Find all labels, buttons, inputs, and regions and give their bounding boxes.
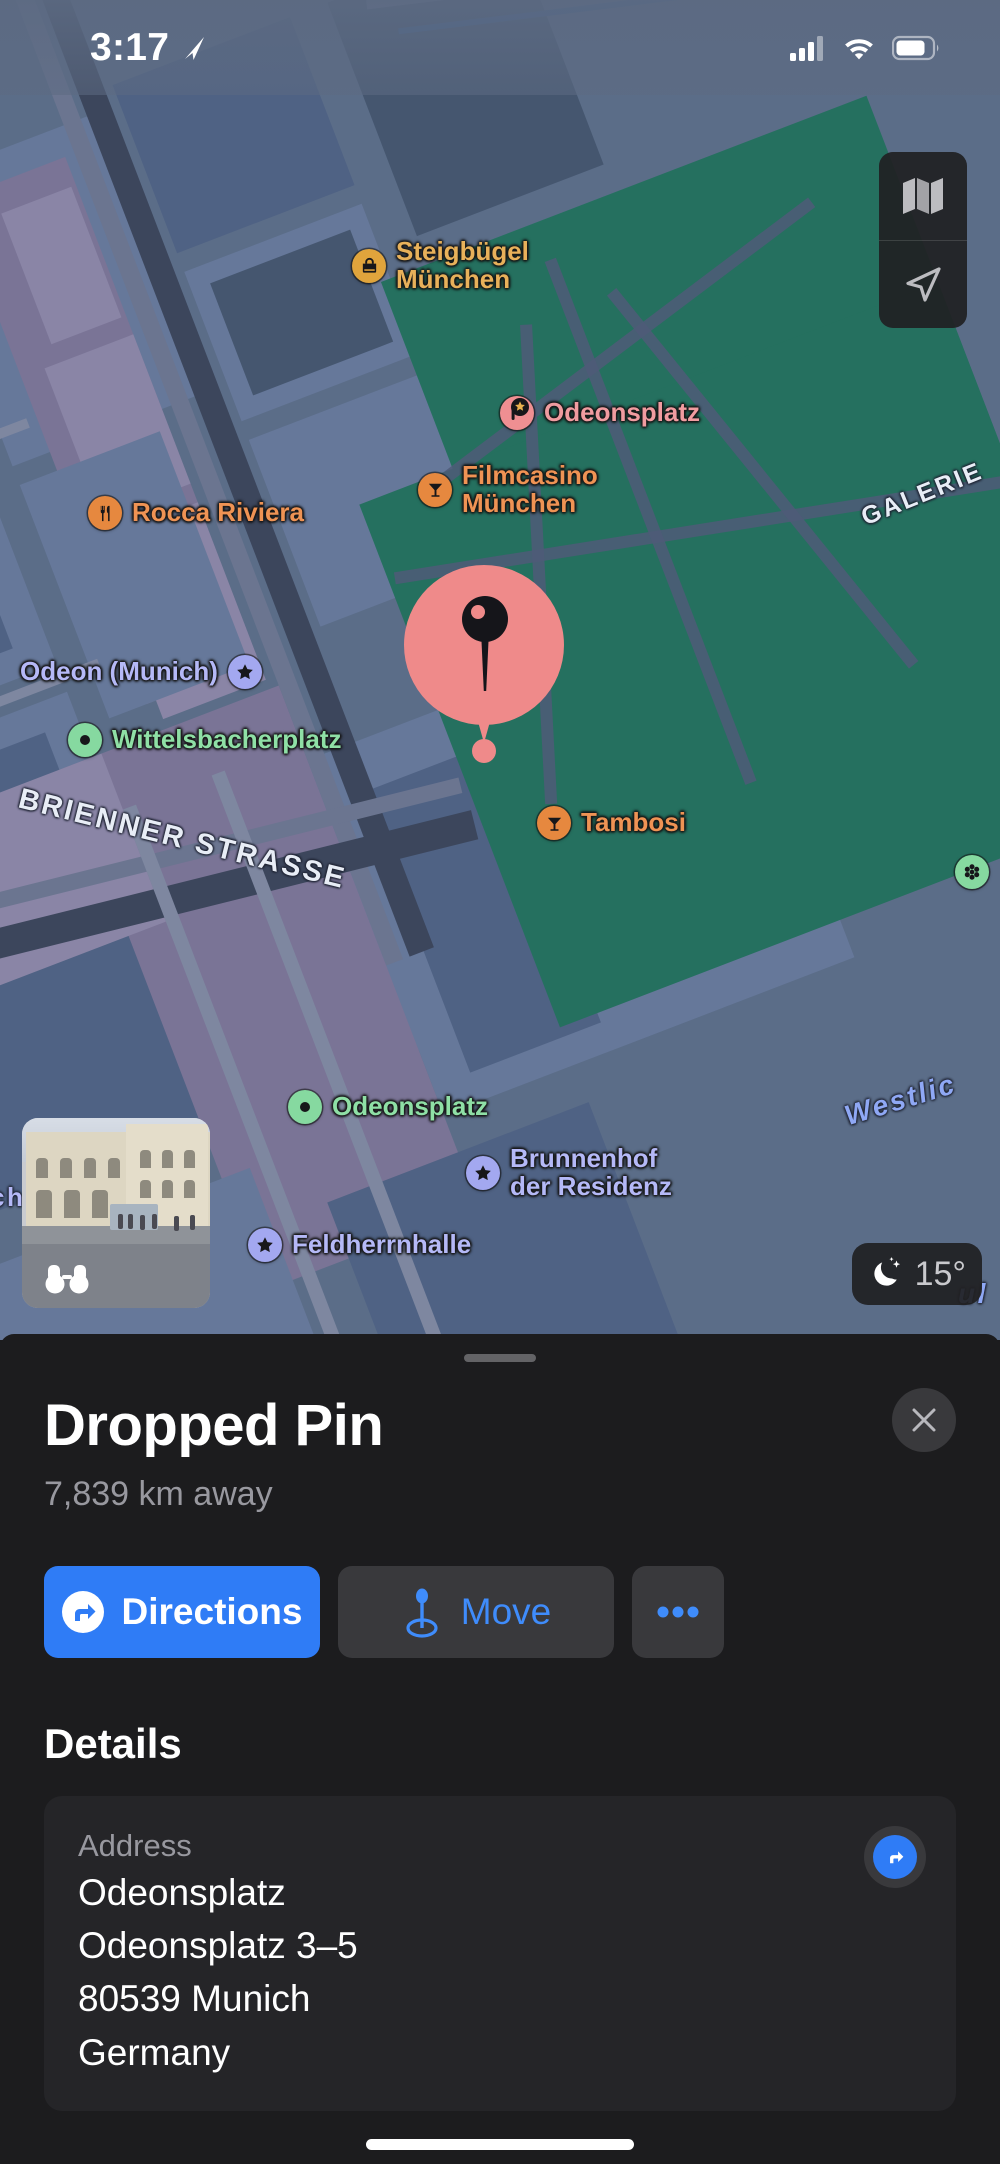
address-directions-button[interactable]	[864, 1826, 926, 1888]
star-icon	[248, 1228, 282, 1262]
poi-garden-icon-a[interactable]	[955, 855, 989, 889]
transit-station-icon	[68, 723, 102, 757]
flower-garden-icon	[955, 855, 989, 889]
close-icon	[912, 1408, 936, 1432]
move-button[interactable]: Move	[338, 1566, 614, 1658]
poi-tambosi[interactable]: Tambosi	[537, 806, 686, 840]
restaurant-icon	[88, 496, 122, 530]
move-pin-icon	[406, 1588, 438, 1638]
poi-label: Odeonsplatz	[544, 397, 701, 428]
locate-me-button[interactable]	[879, 240, 967, 328]
status-bar-clock: 3:17	[90, 25, 170, 69]
poi-label: Wittelsbacherplatz	[112, 724, 342, 755]
poi-steigbuegel[interactable]: Steigbügel München	[352, 236, 529, 294]
star-icon	[466, 1155, 500, 1190]
poi-wittelsbacherplatz[interactable]: Wittelsbacherplatz	[68, 723, 341, 757]
poi-label: Steigbügel München	[396, 236, 529, 294]
poi-rocca-riviera[interactable]: Rocca Riviera	[88, 496, 304, 530]
directions-label: Directions	[121, 1591, 303, 1632]
location-arrow-icon	[185, 36, 205, 60]
battery-icon	[892, 35, 939, 60]
sheet-header: Dropped Pin 7,839 km away	[0, 1334, 1000, 1514]
address-line-2: Odeonsplatz 3–5	[78, 1925, 358, 1967]
poi-brunnenhof[interactable]: Brunnenhof der Residenz	[466, 1143, 672, 1201]
close-button[interactable]	[892, 1388, 956, 1452]
poi-odeonsplatz-attraction[interactable]: Odeonsplatz	[500, 396, 700, 430]
star-icon	[227, 655, 262, 689]
pushpin-icon	[462, 596, 508, 691]
binoculars-icon	[45, 1265, 89, 1294]
ellipsis-icon	[657, 1606, 699, 1618]
map-controls	[879, 152, 967, 328]
place-detail-sheet: Dropped Pin 7,839 km away Directions Mov…	[0, 1334, 1000, 2164]
address-directions-circle	[873, 1835, 917, 1879]
weather-temperature: 15°	[914, 1254, 966, 1293]
poi-filmcasino[interactable]: Filmcasino München	[418, 460, 598, 518]
more-options-button[interactable]	[632, 1566, 724, 1658]
poi-label: Rocca Riviera	[132, 497, 304, 528]
wifi-icon	[845, 38, 873, 59]
home-indicator	[366, 2139, 634, 2150]
poi-label: Feldherrnhalle	[292, 1229, 472, 1260]
dropped-pin-marker[interactable]	[404, 565, 564, 765]
address-line-1: Odeonsplatz	[78, 1872, 286, 1913]
status-bar-right	[790, 35, 940, 61]
folded-map-icon	[903, 178, 943, 214]
look-around-preview[interactable]	[22, 1118, 210, 1308]
marker-anchor-dot	[472, 739, 496, 763]
navigation-arrow-icon	[906, 266, 941, 302]
poi-label: Brunnenhof der Residenz	[510, 1143, 672, 1201]
poi-feldherrnhalle[interactable]: Feldherrnhalle	[248, 1228, 471, 1262]
map-mode-button[interactable]	[879, 152, 967, 240]
maps-app-screen: Steigbügel München Odeonsplatz Filmcasino…	[0, 0, 1000, 2164]
map-canvas[interactable]: Steigbügel München Odeonsplatz Filmcasino…	[0, 0, 1000, 1340]
details-heading: Details	[44, 1720, 182, 1767]
poi-label: Tambosi	[581, 807, 686, 838]
address-line-3: 80539 Munich	[78, 1978, 311, 2020]
directions-arrow-icon	[61, 1591, 104, 1633]
address-line-4: Germany	[78, 2031, 231, 2073]
directions-button[interactable]: Directions	[44, 1566, 320, 1658]
cocktail-icon	[418, 472, 452, 507]
cocktail-icon	[537, 806, 571, 840]
status-bar-left: 3:17	[90, 26, 209, 70]
weather-badge[interactable]: 15°	[851, 1243, 982, 1305]
poi-label: Odeonsplatz	[332, 1091, 489, 1122]
directions-arrow-icon	[890, 1851, 904, 1864]
transit-station-icon	[288, 1090, 322, 1124]
poi-label: Odeon (Munich)	[20, 656, 218, 687]
move-label: Move	[460, 1591, 552, 1632]
distance-subtitle: 7,839 km away	[44, 1475, 273, 1513]
moon-stars-icon	[873, 1257, 900, 1286]
status-bar: 3:17	[0, 0, 1000, 95]
address-card[interactable]: Address Odeonsplatz Odeonsplatz 3–5 8053…	[44, 1796, 956, 2111]
cellular-signal-icon	[790, 35, 823, 61]
poi-label: Filmcasino München	[462, 460, 598, 518]
shopping-bag-icon	[352, 248, 386, 283]
poi-odeon-munich[interactable]: Odeon (Munich)	[20, 655, 262, 689]
action-buttons: Directions Move	[0, 1514, 1000, 1658]
poi-odeonsplatz-station[interactable]: Odeonsplatz	[288, 1090, 488, 1124]
address-label: Address	[78, 1828, 192, 1863]
pin-star-icon	[500, 396, 534, 430]
page-title: Dropped Pin	[44, 1393, 384, 1458]
